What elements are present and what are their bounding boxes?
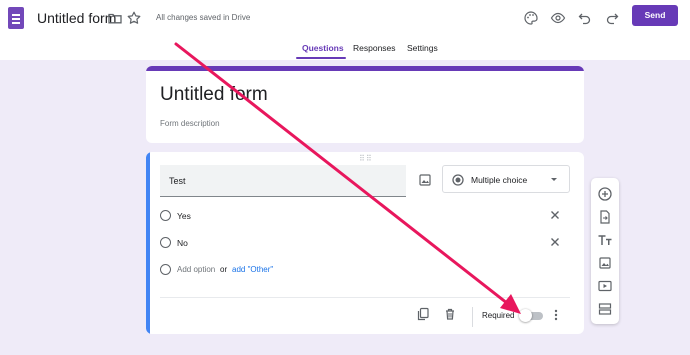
radio-unchecked-icon bbox=[160, 264, 171, 275]
question-type-label: Multiple choice bbox=[471, 175, 528, 185]
question-card[interactable]: ⠿⠿ Test Multiple choice Yes No Add optio… bbox=[146, 152, 584, 334]
delete-icon[interactable] bbox=[443, 307, 457, 321]
tab-questions[interactable]: Questions bbox=[302, 43, 344, 53]
question-title-text: Test bbox=[169, 176, 186, 186]
footer-vertical-divider bbox=[472, 307, 473, 327]
add-other-link[interactable]: add "Other" bbox=[232, 265, 273, 274]
tab-responses[interactable]: Responses bbox=[353, 43, 396, 53]
accent-bar bbox=[146, 66, 584, 71]
add-video-icon[interactable] bbox=[597, 278, 613, 294]
send-button[interactable]: Send bbox=[632, 5, 678, 26]
redo-icon[interactable] bbox=[604, 10, 620, 26]
preview-eye-icon[interactable] bbox=[550, 10, 566, 26]
more-vert-icon[interactable] bbox=[552, 308, 560, 322]
active-tab-indicator bbox=[296, 57, 346, 59]
tab-settings[interactable]: Settings bbox=[407, 43, 438, 53]
required-toggle[interactable] bbox=[519, 309, 532, 322]
form-title-input[interactable]: Untitled form bbox=[160, 84, 268, 106]
footer-divider bbox=[160, 297, 570, 298]
add-image-icon[interactable] bbox=[418, 173, 432, 187]
import-questions-icon[interactable] bbox=[597, 209, 613, 225]
forms-logo-icon[interactable] bbox=[8, 7, 24, 29]
or-text: or bbox=[220, 265, 228, 274]
side-toolbar bbox=[591, 178, 619, 324]
remove-option-icon[interactable] bbox=[549, 209, 561, 221]
option-label[interactable]: Yes bbox=[177, 211, 191, 221]
form-title-card: Untitled form Form description bbox=[146, 66, 584, 143]
drag-handle-icon[interactable]: ⠿⠿ bbox=[359, 154, 373, 163]
add-option-row: Add option or add "Other" bbox=[160, 262, 560, 278]
question-title-input[interactable]: Test bbox=[160, 165, 406, 197]
question-type-select[interactable]: Multiple choice bbox=[442, 165, 570, 193]
star-icon[interactable] bbox=[126, 10, 142, 26]
add-title-icon[interactable] bbox=[597, 232, 613, 248]
radio-unchecked-icon bbox=[160, 237, 171, 248]
folder-icon[interactable] bbox=[107, 10, 123, 26]
radio-unchecked-icon bbox=[160, 210, 171, 221]
active-question-bar bbox=[146, 152, 150, 334]
duplicate-icon[interactable] bbox=[416, 307, 430, 321]
form-description-input[interactable]: Form description bbox=[160, 119, 220, 128]
app-header: Untitled form All changes saved in Drive… bbox=[0, 0, 690, 60]
remove-option-icon[interactable] bbox=[549, 236, 561, 248]
save-status-text: All changes saved in Drive bbox=[156, 13, 251, 22]
add-question-icon[interactable] bbox=[597, 186, 613, 202]
chevron-down-icon bbox=[551, 178, 557, 181]
add-section-icon[interactable] bbox=[597, 301, 613, 317]
radio-checked-icon bbox=[452, 174, 464, 186]
undo-icon[interactable] bbox=[577, 10, 593, 26]
add-option-link[interactable]: Add option bbox=[177, 265, 215, 274]
option-label[interactable]: No bbox=[177, 238, 188, 248]
form-name[interactable]: Untitled form bbox=[37, 10, 116, 26]
option-row[interactable]: Yes bbox=[160, 208, 560, 224]
add-image-icon[interactable] bbox=[597, 255, 613, 271]
option-row[interactable]: No bbox=[160, 235, 560, 251]
required-label: Required bbox=[482, 311, 515, 320]
palette-icon[interactable] bbox=[523, 10, 539, 26]
